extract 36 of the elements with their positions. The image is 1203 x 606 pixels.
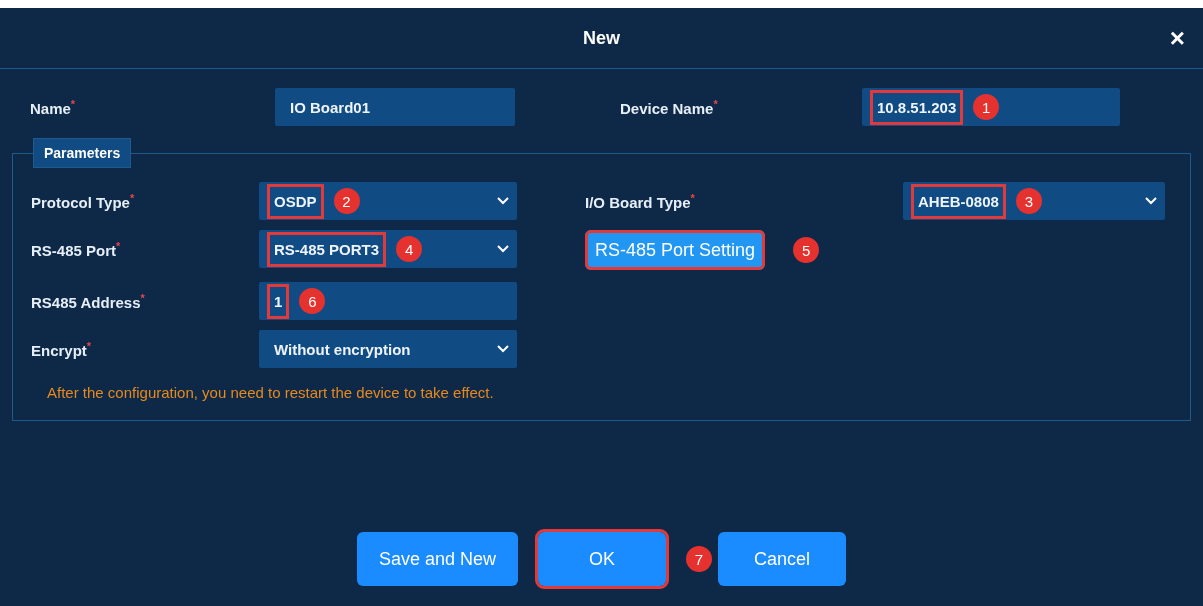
- dialog-title: New: [583, 27, 620, 49]
- dropdown[interactable]: OSDP 2: [259, 182, 517, 220]
- callout-badge: 2: [333, 188, 360, 214]
- chevron-down-icon: [1145, 197, 1157, 205]
- restart-note: After the configuration, you need to restart the device to take effect.: [46, 383, 495, 401]
- field-label: Protocol Type$^{*}$: [31, 191, 136, 211]
- input-field[interactable]: IO Board01: [275, 88, 515, 126]
- input-field[interactable]: 1 6: [259, 282, 517, 320]
- callout-badge: 5: [793, 237, 820, 263]
- field-label: I/O Board Type$^{*}$: [585, 191, 696, 211]
- field-value: 1: [267, 283, 290, 319]
- callout-badge: 3: [1015, 188, 1042, 214]
- callout-badge: 7: [686, 546, 713, 572]
- chevron-down-icon: [497, 245, 509, 253]
- field-label: RS485 Address$^{*}$: [31, 291, 146, 311]
- field-value: 10.8.51.203: [870, 89, 964, 125]
- field-value: Without encryption: [273, 339, 412, 360]
- callout-badge: 6: [299, 288, 326, 314]
- field-label: Name$^{*}$: [30, 97, 77, 117]
- dropdown[interactable]: RS-485 PORT3 4: [259, 230, 517, 268]
- callout-badge: 1: [973, 94, 1000, 120]
- input-field[interactable]: 10.8.51.203 1: [862, 88, 1120, 126]
- field-label: Encrypt$^{*}$: [31, 339, 93, 359]
- group-legend: Parameters: [33, 138, 132, 168]
- field-value: OSDP: [267, 183, 324, 219]
- field-label: Device Name$^{*}$: [620, 97, 719, 117]
- chevron-down-icon: [497, 345, 509, 353]
- dropdown[interactable]: Without encryption: [259, 330, 517, 368]
- chevron-down-icon: [497, 197, 509, 205]
- field-value: AHEB-0808: [911, 183, 1006, 219]
- callout-badge: 4: [396, 236, 423, 262]
- field-label: RS-485 Port$^{*}$: [31, 239, 122, 259]
- dropdown[interactable]: AHEB-0808 3: [903, 182, 1165, 220]
- close-button[interactable]: ×: [1169, 26, 1185, 50]
- field-value: RS-485 PORT3: [267, 231, 387, 267]
- field-value: IO Board01: [289, 97, 372, 118]
